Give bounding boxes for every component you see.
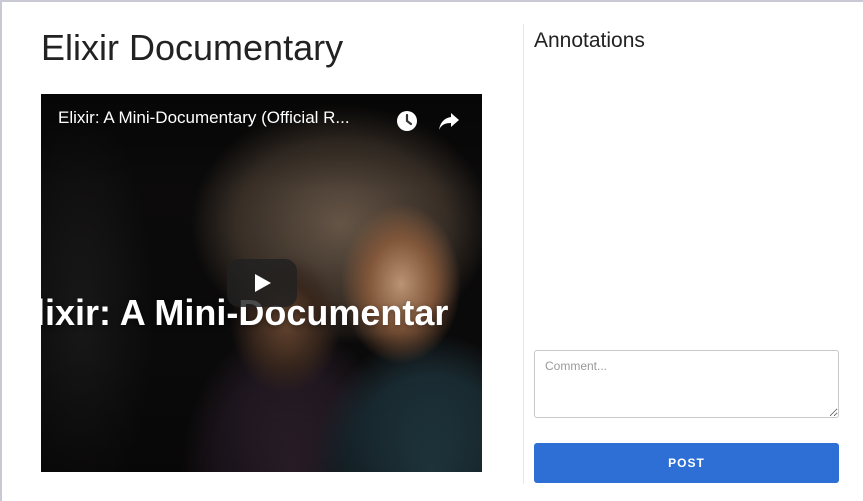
page-title: Elixir Documentary bbox=[41, 27, 344, 68]
post-button[interactable]: POST bbox=[534, 443, 839, 483]
column-divider bbox=[523, 24, 524, 484]
video-title-link[interactable]: Elixir: A Mini-Documentary (Official R..… bbox=[58, 108, 350, 128]
play-button[interactable] bbox=[227, 259, 297, 307]
annotations-heading: Annotations bbox=[534, 29, 645, 52]
comment-input[interactable] bbox=[534, 350, 839, 418]
share-arrow-icon[interactable] bbox=[437, 110, 461, 132]
video-player[interactable]: Elixir: A Mini-Documentary (Official R..… bbox=[41, 94, 482, 472]
clock-icon[interactable] bbox=[396, 110, 418, 132]
play-icon bbox=[255, 274, 271, 292]
